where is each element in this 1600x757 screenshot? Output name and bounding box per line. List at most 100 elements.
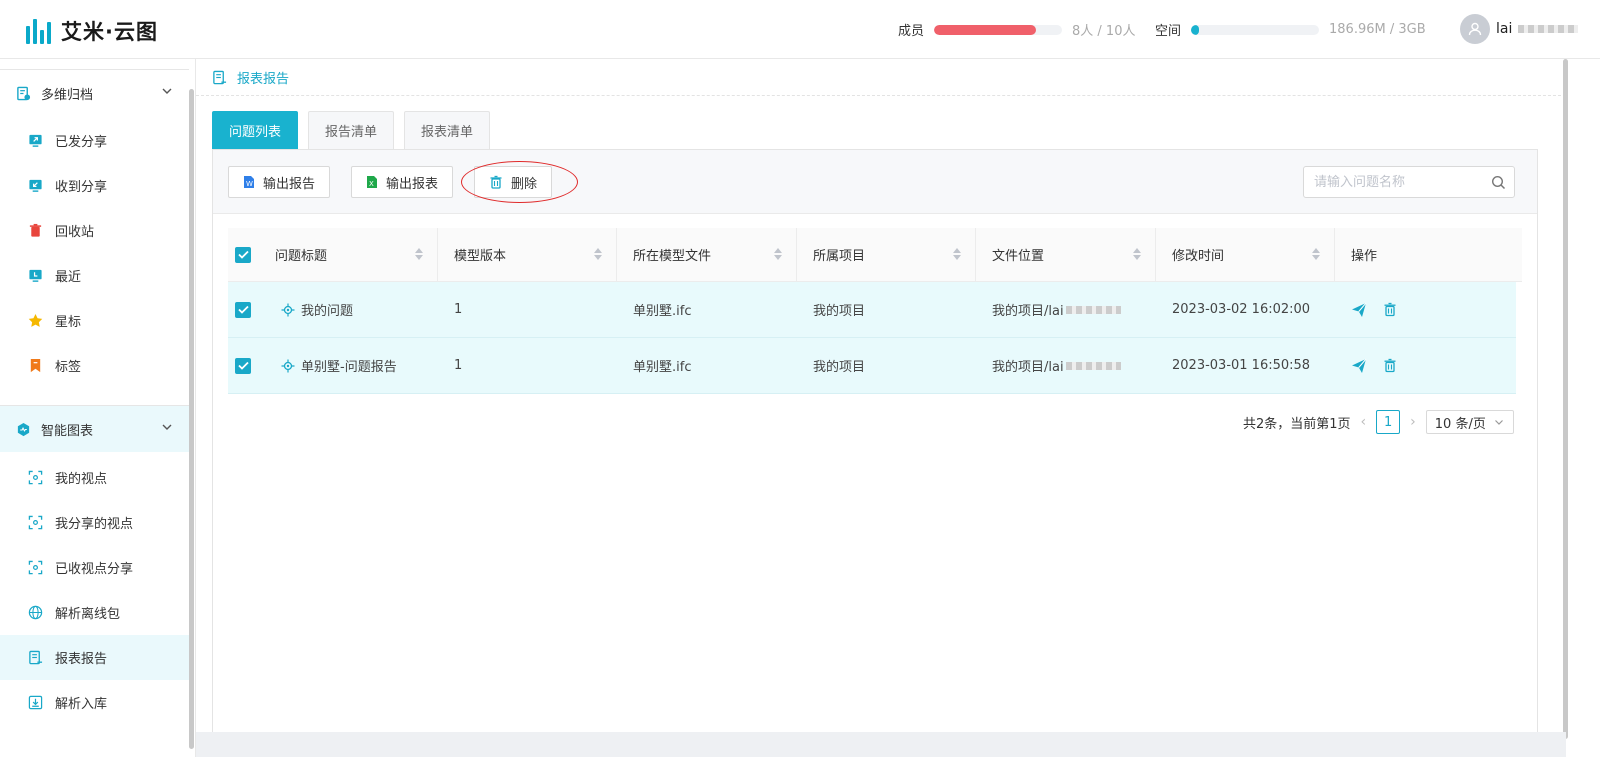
check-icon <box>237 361 249 370</box>
column-header-title[interactable]: 问题标题 <box>274 228 438 281</box>
breadcrumb: 报表报告 <box>196 59 1566 96</box>
top-header: 艾米·云图 成员 8人 / 10人 空间 186.96M / 3GB lai <box>0 0 1600 59</box>
logo-bars-icon <box>26 18 51 44</box>
word-doc-icon: W <box>244 176 254 188</box>
prev-page-icon[interactable]: ‹ <box>1361 414 1367 430</box>
location-redacted <box>1065 361 1121 370</box>
sort-icon[interactable] <box>1133 248 1141 260</box>
send-icon[interactable] <box>1351 302 1367 318</box>
user-menu[interactable]: lai <box>1460 14 1579 44</box>
sidebar-group-label: 多维归档 <box>41 87 94 103</box>
tab-sheet-list[interactable]: 报表清单 <box>404 111 491 149</box>
report-icon <box>29 650 43 665</box>
sidebar-item-label: 标签 <box>55 360 82 375</box>
content-panel: W 输出报告 X 输出报表 删除 请输入问题名称 问题标题 模型版本 所在模型文… <box>212 149 1538 739</box>
export-report-label: 输出报告 <box>263 176 316 192</box>
row-checkbox[interactable] <box>235 301 251 318</box>
trash-icon[interactable] <box>1383 358 1397 373</box>
issue-title[interactable]: 我的问题 <box>301 300 353 319</box>
sort-icon[interactable] <box>774 248 782 260</box>
sidebar-item-recycle-bin[interactable]: 回收站 <box>0 208 189 253</box>
table-row[interactable]: 我的问题 1 单别墅.ifc 我的项目 我的项目/lai 2023-03-02 … <box>228 282 1516 338</box>
column-header-version[interactable]: 模型版本 <box>438 228 617 281</box>
breadcrumb-label[interactable]: 报表报告 <box>237 68 289 87</box>
sidebar-item-my-viewpoints[interactable]: 我的视点 <box>0 455 189 500</box>
sidebar-item-offline-package[interactable]: 解析离线包 <box>0 590 189 635</box>
sidebar-group-archive[interactable]: 多维归档 <box>0 70 189 116</box>
sort-icon[interactable] <box>1312 248 1320 260</box>
sidebar-item-label: 最近 <box>55 270 82 285</box>
sort-icon[interactable] <box>953 248 961 260</box>
viewpoint-icon <box>28 515 43 530</box>
cell-modified: 2023-03-02 16:02:00 <box>1172 302 1311 317</box>
avatar[interactable] <box>1460 14 1490 44</box>
sort-icon[interactable] <box>594 248 602 260</box>
sidebar-item-received-viewpoints[interactable]: 已收视点分享 <box>0 545 189 590</box>
sidebar-item-shared-in[interactable]: 收到分享 <box>0 163 189 208</box>
search-box[interactable] <box>1303 166 1515 198</box>
column-header-project[interactable]: 所属项目 <box>797 228 976 281</box>
storage-quota-label: 空间 <box>1155 24 1182 39</box>
page-size-value: 10 条/页 <box>1434 416 1486 432</box>
viewpoint-icon <box>28 470 43 485</box>
page-size-select[interactable]: 10 条/页 <box>1425 410 1514 434</box>
page-number-button[interactable]: 1 <box>1376 410 1401 434</box>
table-row[interactable]: 单别墅-问题报告 1 单别墅.ifc 我的项目 我的项目/lai 2023-03… <box>228 338 1516 394</box>
select-all-checkbox[interactable] <box>235 246 251 263</box>
cell-title: 我的问题 <box>274 282 438 337</box>
app-logo[interactable]: 艾米·云图 <box>26 16 158 46</box>
column-header-file[interactable]: 所在模型文件 <box>617 228 797 281</box>
sidebar-item-recent[interactable]: 最近 <box>0 253 189 298</box>
sidebar-item-reports[interactable]: 报表报告 <box>0 635 189 680</box>
column-title-label: 问题标题 <box>275 249 328 264</box>
pagination-summary: 共2条，当前第1页 <box>1243 416 1351 432</box>
export-report-button[interactable]: W 输出报告 <box>228 166 331 198</box>
issue-table: 问题标题 模型版本 所在模型文件 所属项目 文件位置 修改时间 操作 我的问题 … <box>228 228 1522 394</box>
sidebar-item-shared-viewpoints[interactable]: 我分享的视点 <box>0 500 189 545</box>
cell-version: 1 <box>454 302 463 317</box>
svg-text:W: W <box>246 180 253 188</box>
sidebar-scrollbar[interactable] <box>189 89 194 749</box>
storage-quota-bar <box>1191 24 1320 35</box>
chevron-down-icon[interactable] <box>161 85 173 97</box>
export-sheet-button[interactable]: X 输出报表 <box>351 166 454 198</box>
globe-icon <box>28 605 43 620</box>
sort-icon[interactable] <box>415 248 423 260</box>
sidebar-item-starred[interactable]: 星标 <box>0 298 189 343</box>
column-title-label: 所在模型文件 <box>633 249 712 264</box>
location-text: 我的项目/lai <box>992 304 1064 319</box>
chart-hex-icon <box>17 422 30 436</box>
issue-title[interactable]: 单别墅-问题报告 <box>301 356 397 375</box>
row-checkbox-cell <box>228 338 274 393</box>
tab-issue-list[interactable]: 问题列表 <box>212 111 299 149</box>
column-header-location[interactable]: 文件位置 <box>976 228 1156 281</box>
main-scrollbar[interactable] <box>1563 59 1568 739</box>
sidebar-item-tags[interactable]: 标签 <box>0 343 189 388</box>
username: lai <box>1496 21 1513 37</box>
member-quota-bar <box>934 24 1063 35</box>
sidebar-item-import[interactable]: 解析入库 <box>0 680 189 725</box>
annotation-circle <box>461 161 578 203</box>
next-page-icon[interactable]: › <box>1410 414 1416 430</box>
location-redacted <box>1065 305 1121 314</box>
send-icon[interactable] <box>1351 358 1367 374</box>
sidebar-item-label: 解析离线包 <box>55 607 121 622</box>
column-title-label: 模型版本 <box>454 249 507 264</box>
member-quota-label: 成员 <box>898 24 925 39</box>
chevron-down-icon[interactable] <box>161 421 173 433</box>
tab-report-list[interactable]: 报告清单 <box>308 111 395 149</box>
chevron-down-icon <box>1494 420 1503 425</box>
search-input[interactable] <box>1314 167 1484 197</box>
column-title-label: 文件位置 <box>992 249 1045 264</box>
column-header-modified[interactable]: 修改时间 <box>1156 228 1335 281</box>
cell-title: 单别墅-问题报告 <box>274 338 438 393</box>
row-checkbox[interactable] <box>235 357 251 374</box>
column-title-label: 所属项目 <box>813 249 866 264</box>
trash-icon[interactable] <box>1383 302 1397 317</box>
sidebar-item-shared-out[interactable]: 已发分享 <box>0 118 189 163</box>
username-redacted <box>1518 25 1579 33</box>
cell-actions <box>1335 338 1475 393</box>
recent-icon <box>29 269 42 282</box>
sidebar-group-smart-charts[interactable]: 智能图表 <box>0 406 189 452</box>
search-icon[interactable] <box>1491 175 1506 190</box>
